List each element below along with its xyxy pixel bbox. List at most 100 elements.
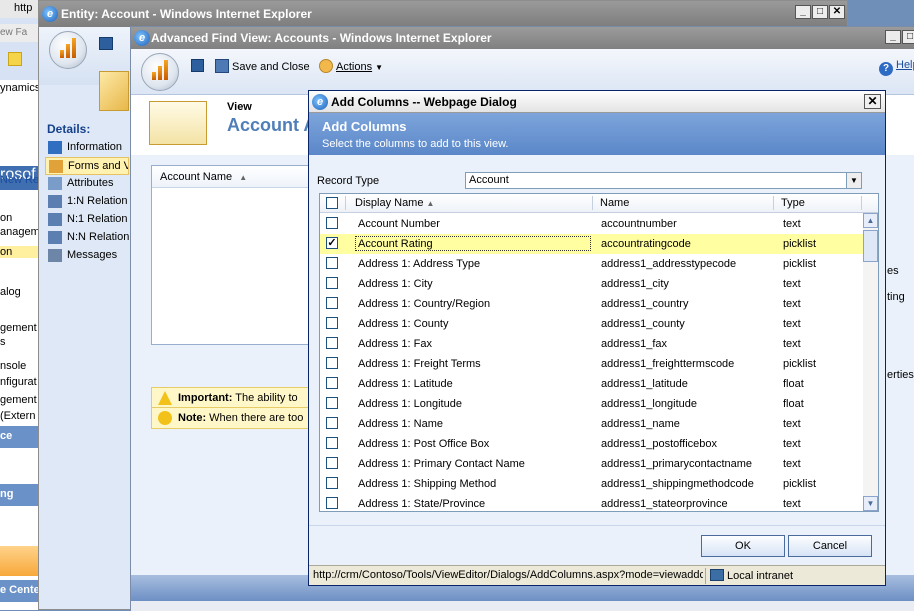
row-display-name: Address 1: Freight Terms [358, 358, 481, 370]
background-nav-band[interactable]: ce [0, 426, 42, 448]
table-row[interactable]: Address 1: County address1_county text [320, 314, 863, 334]
row-schema-name: address1_stateorprovince [601, 498, 728, 510]
maximize-button[interactable]: □ [812, 5, 828, 19]
table-row[interactable]: Address 1: Primary Contact Name address1_… [320, 454, 863, 474]
dialog-status-bar: http://crm/Contoso/Tools/ViewEditor/Dial… [309, 565, 885, 585]
entity-nav-item[interactable]: Attributes [45, 175, 129, 193]
background-nav-item[interactable]: nfigurat [0, 376, 42, 388]
entity-nav-item-label: 1:N Relation [67, 195, 128, 207]
table-row[interactable]: Address 1: City address1_city text [320, 274, 863, 294]
table-row[interactable]: Address 1: Post Office Box address1_posto… [320, 434, 863, 454]
row-checkbox[interactable]: ✓ [326, 237, 338, 249]
row-checkbox[interactable] [326, 217, 338, 229]
minimize-button[interactable]: _ [885, 30, 901, 44]
help-label: Help [896, 59, 914, 71]
columns-grid: Display Name ▲ Name Type Account Number a… [319, 193, 879, 512]
dialog-close-button[interactable]: ✕ [864, 94, 881, 109]
column-header-type[interactable]: Type [781, 197, 805, 209]
table-row[interactable]: Address 1: Latitude address1_latitude floa… [320, 374, 863, 394]
column-header-name[interactable]: Name [600, 197, 629, 209]
table-row[interactable]: Account Number accountnumber text [320, 214, 863, 234]
table-row[interactable]: Address 1: Freight Terms address1_freight… [320, 354, 863, 374]
save-and-close-button[interactable]: Save and Close [215, 59, 310, 73]
background-nav-item[interactable]: anageme [0, 226, 42, 238]
row-checkbox[interactable] [326, 497, 338, 509]
maximize-button[interactable]: □ [902, 30, 914, 44]
entity-nav-item[interactable]: 1:N Relation [45, 193, 129, 211]
row-checkbox[interactable] [326, 477, 338, 489]
row-checkbox[interactable] [326, 297, 338, 309]
minimize-button[interactable]: _ [795, 5, 811, 19]
row-checkbox[interactable] [326, 397, 338, 409]
row-checkbox[interactable] [326, 377, 338, 389]
entity-nav-item-label: Information [67, 141, 123, 153]
record-type-select[interactable]: Account ▼ [465, 172, 862, 189]
select-all-checkbox[interactable] [326, 197, 338, 209]
save-icon[interactable] [191, 59, 204, 72]
background-nav-band[interactable]: e Cente [0, 580, 42, 602]
preview-column-header[interactable]: Account Name ▲ [152, 166, 320, 188]
row-schema-name: address1_city [601, 278, 669, 290]
row-checkbox[interactable] [326, 437, 338, 449]
background-nav-item[interactable]: on [0, 246, 42, 258]
row-checkbox[interactable] [326, 277, 338, 289]
row-checkbox[interactable] [326, 337, 338, 349]
scroll-thumb[interactable] [863, 230, 878, 262]
background-nav-item[interactable]: New Re [0, 174, 42, 186]
row-checkbox[interactable] [326, 317, 338, 329]
table-row[interactable]: Address 1: Name address1_name text [320, 414, 863, 434]
row-display-name: Address 1: Latitude [358, 378, 453, 390]
row-type: picklist [783, 358, 817, 370]
save-icon[interactable] [99, 37, 113, 50]
table-row[interactable]: Address 1: Longitude address1_longitude fl… [320, 394, 863, 414]
actions-icon [319, 59, 333, 73]
actions-menu-button[interactable]: Actions ▼ [319, 59, 383, 73]
cancel-button[interactable]: Cancel [788, 535, 872, 557]
background-nav-item[interactable]: ynamics [0, 82, 42, 94]
row-checkbox[interactable] [326, 357, 338, 369]
important-text: The ability to [235, 392, 298, 404]
scroll-up-icon[interactable]: ▲ [863, 213, 878, 228]
background-nav-item[interactable]: (Extern [0, 410, 42, 422]
sort-ascending-icon: ▲ [426, 199, 435, 208]
table-row[interactable]: Address 1: Country/Region address1_countr… [320, 294, 863, 314]
table-row[interactable]: Address 1: Shipping Method address1_shipp… [320, 474, 863, 494]
background-nav-item[interactable]: alog [0, 286, 42, 298]
column-header-display-name[interactable]: Display Name ▲ [355, 197, 434, 209]
help-button[interactable]: ?Help [879, 59, 914, 76]
background-nav-item[interactable]: gement [0, 394, 42, 406]
background-nav-item[interactable]: gement [0, 322, 42, 334]
table-row[interactable]: Address 1: State/Province address1_stateo… [320, 494, 863, 511]
record-type-label: Record Type [317, 175, 380, 187]
scroll-down-icon[interactable]: ▼ [863, 496, 878, 511]
background-nav-band[interactable]: ng [0, 484, 42, 506]
background-nav-item[interactable]: on [0, 212, 42, 224]
entity-nav-item[interactable]: N:N Relation [45, 229, 129, 247]
row-checkbox[interactable] [326, 457, 338, 469]
entity-nav-item[interactable]: Messages [45, 247, 129, 265]
entity-nav-item[interactable]: Forms and V [45, 157, 129, 175]
chevron-down-icon[interactable]: ▼ [846, 173, 861, 188]
entity-nav-item[interactable]: Information [45, 139, 129, 157]
nav-item-icon [48, 213, 62, 226]
entity-nav-item[interactable]: N:1 Relation [45, 211, 129, 229]
dialog-heading: Add Columns [322, 119, 407, 134]
table-row[interactable]: Address 1: Address Type address1_addresst… [320, 254, 863, 274]
entity-nav-item-label: N:1 Relation [67, 213, 128, 225]
background-nav-item[interactable]: s [0, 336, 42, 348]
row-checkbox[interactable] [326, 257, 338, 269]
grid-scrollbar[interactable]: ▲ ▼ [863, 213, 878, 511]
row-schema-name: accountratingcode [601, 238, 691, 250]
ie-icon: e [312, 94, 328, 110]
favorites-star-icon[interactable] [8, 52, 22, 66]
background-nav-item[interactable]: nsole [0, 360, 42, 372]
close-button[interactable]: ✕ [829, 5, 845, 19]
ok-button[interactable]: OK [701, 535, 785, 557]
row-type: text [783, 458, 801, 470]
table-row[interactable]: ✓ Account Rating accountratingcode picklist [320, 234, 863, 254]
intranet-zone-icon [710, 569, 724, 581]
row-type: text [783, 438, 801, 450]
row-checkbox[interactable] [326, 417, 338, 429]
table-row[interactable]: Address 1: Fax address1_fax text [320, 334, 863, 354]
nav-item-icon [48, 249, 62, 262]
